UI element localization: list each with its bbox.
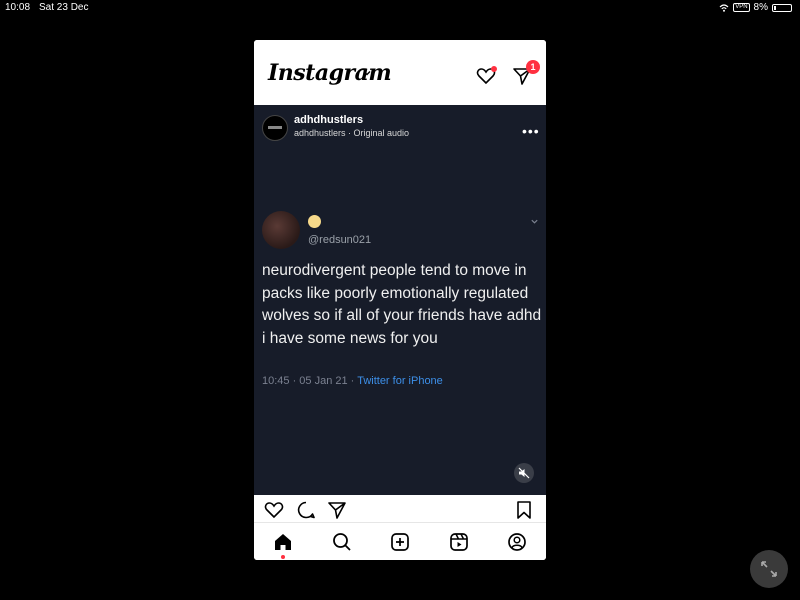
battery-icon xyxy=(772,3,792,12)
heart-icon[interactable] xyxy=(264,500,284,520)
expand-arrows-icon xyxy=(761,561,777,577)
instagram-header: Instagram 1 xyxy=(254,40,546,95)
status-date: Sat 23 Dec xyxy=(39,2,89,13)
post-username[interactable]: adhdhustlers xyxy=(294,114,363,126)
wifi-icon xyxy=(719,3,729,12)
tweet-avatar xyxy=(262,211,300,249)
tweet-text: neurodivergent people tend to move in pa… xyxy=(262,262,542,347)
chevron-down-icon xyxy=(531,219,538,224)
status-time: 10:08 xyxy=(5,2,31,13)
reel-post[interactable]: adhdhustlers adhdhustlers · Original aud… xyxy=(254,105,546,495)
post-actions xyxy=(254,495,546,522)
instagram-window: Instagram 1 adhdhustlers adhdhustlers · … xyxy=(254,40,546,560)
vpn-badge: VPN xyxy=(733,3,750,12)
bookmark-icon[interactable] xyxy=(514,500,534,520)
reels-icon[interactable] xyxy=(449,532,469,552)
notification-dot xyxy=(491,66,497,72)
speaker-muted-icon xyxy=(518,467,530,479)
tweet-handle: @redsun021 xyxy=(308,234,372,246)
tweet-time: 10:45 · 05 Jan 21 · xyxy=(262,375,358,387)
comment-icon[interactable] xyxy=(296,500,316,520)
home-active-dot xyxy=(281,555,285,559)
battery-percent: 8% xyxy=(753,2,768,13)
mute-button[interactable] xyxy=(514,463,534,483)
tweet-meta: 10:45 · 05 Jan 21 · Twitter for iPhone xyxy=(262,375,443,387)
chevron-down-icon[interactable] xyxy=(362,68,372,78)
dm-badge: 1 xyxy=(526,60,540,74)
home-icon[interactable] xyxy=(273,532,293,552)
tweet-source: Twitter for iPhone xyxy=(357,375,443,387)
share-icon[interactable] xyxy=(327,500,347,520)
more-options-icon[interactable]: ••• xyxy=(522,123,540,139)
instagram-logo[interactable]: Instagram xyxy=(268,60,392,86)
emoji-icon xyxy=(308,215,321,228)
search-icon[interactable] xyxy=(332,532,352,552)
bottom-nav xyxy=(254,522,546,560)
status-bar: 10:08 Sat 23 Dec VPN 8% xyxy=(0,0,800,16)
expand-button[interactable] xyxy=(750,550,788,588)
post-author-avatar[interactable] xyxy=(262,115,288,141)
profile-icon[interactable] xyxy=(507,532,527,552)
create-icon[interactable] xyxy=(390,532,410,552)
status-right: VPN 8% xyxy=(719,2,792,13)
post-audio[interactable]: adhdhustlers · Original audio xyxy=(294,128,409,138)
